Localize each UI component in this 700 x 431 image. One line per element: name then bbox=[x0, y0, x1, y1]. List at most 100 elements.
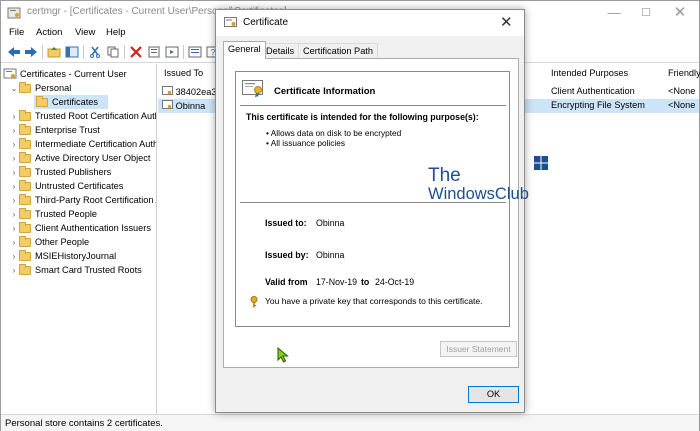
purposes-cell: Client Authentication bbox=[551, 86, 635, 96]
certificate-store-icon bbox=[3, 68, 17, 79]
menu-action[interactable]: Action bbox=[36, 27, 62, 38]
tree-item-store[interactable]: › Trusted Publishers bbox=[9, 165, 111, 179]
refresh-icon[interactable] bbox=[164, 44, 180, 60]
chevron-right-icon[interactable]: › bbox=[9, 224, 19, 233]
tree-item-label: MSIEHistoryJournal bbox=[35, 251, 117, 261]
tree-item-store[interactable]: › Smart Card Trusted Roots bbox=[9, 263, 142, 277]
key-icon bbox=[250, 296, 258, 308]
certificate-icon bbox=[242, 80, 263, 98]
folder-icon bbox=[19, 165, 31, 177]
up-folder-icon[interactable] bbox=[46, 44, 62, 60]
chevron-down-icon[interactable]: ⌄ bbox=[9, 84, 19, 93]
folder-icon bbox=[19, 109, 31, 121]
chevron-right-icon[interactable]: › bbox=[9, 112, 19, 121]
menu-file[interactable]: File bbox=[9, 27, 24, 38]
chevron-right-icon[interactable]: › bbox=[9, 168, 19, 177]
folder-open-icon bbox=[19, 81, 31, 93]
table-row-issued-to[interactable]: Obinna bbox=[162, 100, 205, 111]
tree-item-label: Trusted Root Certification Authorities bbox=[35, 111, 156, 121]
minimize-button[interactable]: — bbox=[599, 3, 629, 23]
general-tab-panel: Certificate Information This certificate… bbox=[223, 58, 519, 368]
valid-from-label: Valid from bbox=[265, 277, 308, 287]
folder-icon bbox=[19, 221, 31, 233]
delete-icon[interactable] bbox=[128, 44, 144, 60]
column-header-issued-to[interactable]: Issued To bbox=[164, 68, 203, 84]
tree-item-certificates[interactable]: Certificates bbox=[34, 95, 108, 109]
tree-item-store[interactable]: › Active Directory User Object bbox=[9, 151, 150, 165]
tab-general[interactable]: General bbox=[223, 41, 266, 59]
chevron-right-icon[interactable]: › bbox=[9, 126, 19, 135]
certificate-dialog: Certificate ✕ General Details Certificat… bbox=[215, 9, 548, 413]
chevron-right-icon[interactable]: › bbox=[9, 154, 19, 163]
certmgr-app-icon bbox=[7, 7, 21, 19]
tree-item-store[interactable]: › Trusted Root Certification Authorities bbox=[9, 109, 156, 123]
chevron-right-icon[interactable]: › bbox=[9, 266, 19, 275]
status-text: Personal store contains 2 certificates. bbox=[5, 418, 163, 429]
forward-arrow-icon[interactable] bbox=[23, 44, 39, 60]
cut-icon[interactable] bbox=[87, 44, 103, 60]
friendly-cell: <None bbox=[668, 86, 696, 96]
tree-item-root[interactable]: Certificates - Current User bbox=[3, 67, 127, 81]
tree-item-store[interactable]: › MSIEHistoryJournal bbox=[9, 249, 116, 263]
folder-icon bbox=[19, 151, 31, 163]
divider bbox=[240, 105, 506, 106]
tree-item-store[interactable]: › Other People bbox=[9, 235, 89, 249]
issued-to-label: Issued to: bbox=[265, 218, 307, 228]
issued-to-value: Obinna bbox=[316, 218, 345, 228]
tree-item-label: Smart Card Trusted Roots bbox=[35, 265, 142, 275]
chevron-right-icon[interactable]: › bbox=[9, 210, 19, 219]
ok-button[interactable]: OK bbox=[468, 386, 519, 403]
friendly-cell: <None bbox=[668, 100, 696, 110]
windowsclub-watermark: The WindowsClub bbox=[428, 166, 529, 203]
folder-icon bbox=[19, 235, 31, 247]
column-header-friendly-name[interactable]: Friendly bbox=[668, 68, 700, 84]
chevron-right-icon[interactable]: › bbox=[9, 182, 19, 191]
tree-item-store[interactable]: › Trusted People bbox=[9, 207, 97, 221]
purpose-item: • All issuance policies bbox=[266, 138, 345, 148]
watermark-line1: The bbox=[428, 165, 461, 186]
column-header-intended-purposes[interactable]: Intended Purposes bbox=[551, 68, 628, 84]
folder-icon bbox=[19, 179, 31, 191]
tab-details[interactable]: Details bbox=[261, 43, 300, 59]
valid-to-label: to bbox=[361, 277, 370, 287]
tab-certification-path[interactable]: Certification Path bbox=[298, 43, 378, 59]
issuer-statement-button[interactable]: Issuer Statement bbox=[440, 341, 517, 357]
menu-help[interactable]: Help bbox=[106, 27, 126, 38]
certificate-icon bbox=[162, 86, 173, 95]
tree-item-label: Client Authentication Issuers bbox=[35, 223, 151, 233]
tree-item-store[interactable]: › Client Authentication Issuers bbox=[9, 221, 151, 235]
issued-to-cell: 38402ea3- bbox=[175, 87, 220, 97]
dialog-title: Certificate bbox=[243, 17, 289, 28]
tree-item-store[interactable]: › Enterprise Trust bbox=[9, 123, 100, 137]
valid-from-value: 17-Nov-19 bbox=[316, 277, 358, 287]
chevron-right-icon[interactable]: › bbox=[9, 238, 19, 247]
status-bar: Personal store contains 2 certificates. bbox=[1, 414, 699, 431]
folder-icon bbox=[36, 95, 48, 107]
tree-item-label: Untrusted Certificates bbox=[35, 181, 124, 191]
tree-item-label: Intermediate Certification Authorities bbox=[35, 139, 156, 149]
maximize-button[interactable]: ☐ bbox=[631, 3, 661, 23]
menu-view[interactable]: View bbox=[75, 27, 95, 38]
tree-item-store[interactable]: › Third-Party Root Certification Authorit… bbox=[9, 193, 156, 207]
table-row[interactable]: 38402ea3- bbox=[162, 86, 220, 97]
copy-icon[interactable] bbox=[105, 44, 121, 60]
chevron-right-icon[interactable]: › bbox=[9, 140, 19, 149]
tree-item-label: Active Directory User Object bbox=[35, 153, 151, 163]
tree-item-store[interactable]: › Untrusted Certificates bbox=[9, 179, 123, 193]
tree-item-store[interactable]: › Intermediate Certification Authorities bbox=[9, 137, 156, 151]
tree-item-personal[interactable]: ⌄ Personal bbox=[9, 81, 71, 95]
dialog-close-button[interactable]: ✕ bbox=[500, 13, 513, 31]
purpose-heading: This certificate is intended for the fol… bbox=[246, 112, 479, 122]
folder-icon bbox=[19, 263, 31, 275]
tree-item-label: Other People bbox=[35, 237, 90, 247]
chevron-right-icon[interactable]: › bbox=[9, 196, 19, 205]
show-hide-tree-icon[interactable] bbox=[64, 44, 80, 60]
close-button[interactable]: ✕ bbox=[665, 3, 695, 23]
export-list-icon[interactable] bbox=[187, 44, 203, 60]
folder-icon bbox=[19, 123, 31, 135]
chevron-right-icon[interactable]: › bbox=[9, 252, 19, 261]
properties-icon[interactable] bbox=[146, 44, 162, 60]
mouse-cursor-icon bbox=[277, 347, 289, 363]
watermark-line2: WindowsClub bbox=[428, 185, 529, 203]
back-arrow-icon[interactable] bbox=[6, 44, 22, 60]
